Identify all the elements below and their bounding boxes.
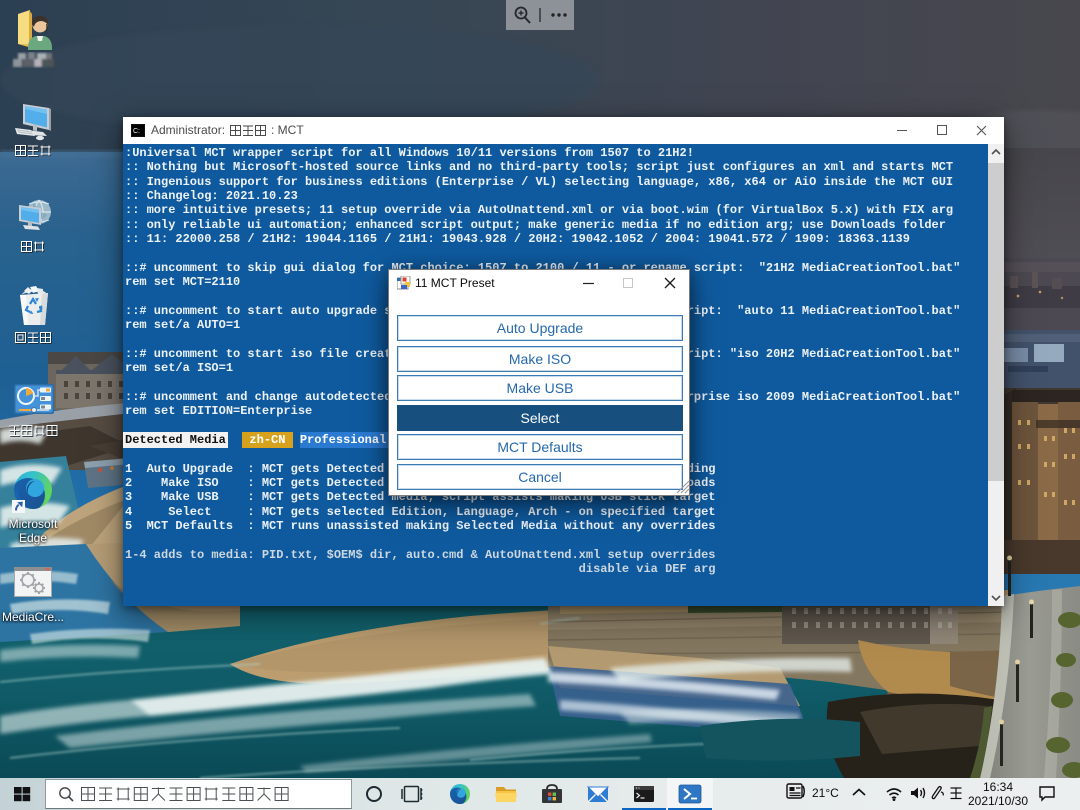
svg-text:C:: C: bbox=[133, 128, 140, 135]
